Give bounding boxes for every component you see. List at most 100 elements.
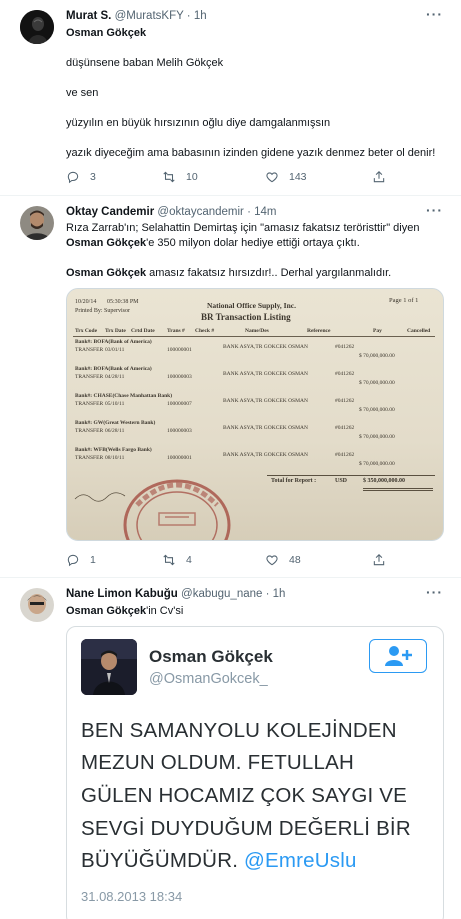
doc-row: Bank#: CHASE(Chase Manhattan Bank) TRANSF… — [73, 393, 435, 420]
retweet-button[interactable]: 10 — [162, 170, 198, 184]
embedded-avatar — [81, 639, 137, 695]
doc-bank: Bank#: GW(Great Western Bank) — [75, 420, 156, 426]
doc-trans-no: 100000003 — [167, 428, 192, 434]
doc-col: Check # — [195, 328, 215, 334]
tweet-text-fragment: amasız fakatsız hırsızdır!.. Derhal yarg… — [146, 267, 392, 279]
tweet-text-fragment: 'in Cv'si — [146, 605, 184, 617]
timestamp[interactable]: 1h — [273, 588, 286, 600]
doc-total-row: Total for Report : USD $ 350,000,000.00 — [267, 475, 435, 487]
reply-button[interactable]: 1 — [66, 553, 96, 567]
avatar-photo — [20, 206, 54, 240]
doc-col: Cancelled — [407, 328, 431, 334]
avatar[interactable] — [20, 588, 54, 622]
doc-row: Bank#: BOFA(Bank of America) TRANSFER 03/0… — [73, 339, 435, 366]
avatar[interactable] — [20, 10, 54, 44]
doc-rows: Bank#: BOFA(Bank of America) TRANSFER 03/0… — [73, 339, 435, 474]
tweet-text-line: Osman Gökçek amasız fakatsız hırsızdır!.… — [66, 266, 391, 281]
like-count: 143 — [289, 171, 307, 183]
tweet-actions: 1 4 48 — [66, 553, 396, 569]
doc-title: BR Transaction Listing — [201, 312, 291, 322]
doc-col: Trx Date — [105, 328, 126, 334]
handle[interactable]: @MuratsKFY — [115, 10, 184, 22]
tweet-media-screenshot[interactable]: Osman Gökçek @OsmanGokcek_ BEN SAMANYOLU… — [66, 626, 444, 919]
reply-target[interactable]: Osman Gökçek — [66, 26, 146, 41]
tweet-media-document[interactable]: 10/20/14 05:30:38 PM Printed By: Supervi… — [66, 288, 444, 541]
embedded-mention: @EmreUslu — [244, 849, 357, 872]
more-options-icon[interactable]: ··· — [426, 202, 443, 218]
separator-dot: · — [265, 588, 270, 600]
doc-trx-date: 05/10/11 — [105, 401, 125, 407]
doc-trx-date: 03/01/11 — [105, 347, 125, 353]
timestamp[interactable]: 1h — [194, 10, 207, 22]
share-icon — [373, 554, 385, 566]
doc-total-label: Total for Report : — [271, 478, 317, 484]
reply-icon — [67, 554, 79, 567]
like-count: 48 — [289, 554, 301, 566]
heart-icon — [266, 172, 278, 183]
separator-dot: · — [247, 206, 251, 218]
doc-trx-date: 08/10/11 — [105, 455, 125, 461]
retweet-button[interactable]: 4 — [162, 553, 192, 567]
embedded-display-name: Osman Gökçek — [149, 647, 273, 666]
doc-ref: #041262 — [335, 425, 355, 431]
separator-dot: · — [186, 10, 191, 22]
doc-printed-by: Printed By: Supervisor — [75, 308, 130, 314]
mention-bold: Osman Gökçek — [66, 237, 147, 249]
more-options-icon[interactable]: ··· — [426, 584, 443, 600]
tweet-actions: 3 10 143 — [66, 170, 396, 186]
share-button[interactable] — [372, 170, 396, 184]
heart-icon — [266, 555, 278, 566]
more-options-icon[interactable]: ··· — [426, 6, 443, 22]
retweet-count: 4 — [186, 554, 192, 566]
doc-ref: #041262 — [335, 452, 355, 458]
like-button[interactable]: 48 — [265, 553, 301, 567]
display-name[interactable]: Murat S. — [66, 10, 111, 22]
doc-trans-no: 100000001 — [167, 455, 192, 461]
doc-trx-code: TRANSFER — [75, 347, 104, 353]
embedded-avatar-photo — [81, 639, 137, 695]
doc-ref: #041262 — [335, 398, 355, 404]
add-user-icon — [385, 646, 412, 666]
doc-col: Reference — [307, 328, 331, 334]
doc-trx-code: TRANSFER — [75, 374, 104, 380]
avatar-photo — [20, 10, 54, 44]
handle[interactable]: @kabugu_nane — [181, 588, 262, 600]
doc-name: BANK ASYA,TR GOKCEK OSMAN — [223, 425, 308, 431]
reply-count: 3 — [90, 171, 96, 183]
avatar[interactable] — [20, 206, 54, 240]
timestamp[interactable]: 14m — [254, 206, 276, 218]
doc-time: 05:30:38 PM — [107, 299, 139, 305]
doc-amount: $ 70,000,000.00 — [359, 434, 395, 440]
doc-trans-no: 100000003 — [167, 374, 192, 380]
share-button[interactable] — [372, 553, 396, 567]
doc-col: Crtd Date — [131, 328, 155, 334]
doc-amount: $ 70,000,000.00 — [359, 461, 395, 467]
tweet-text-line: Rıza Zarrab'ın; Selahattin Demirtaş için… — [66, 222, 420, 234]
doc-bank: Bank#: BOFA(Bank of America) — [75, 339, 152, 345]
doc-total-underline — [363, 488, 433, 491]
embedded-text-fragment: BÜYÜĞÜMDÜR. — [81, 849, 239, 872]
tweet-header: Oktay Candemir @oktaycandemir · 14m — [66, 206, 277, 218]
tweet-text-line: Osman Gökçek'in Cv'si — [66, 604, 183, 619]
reply-count: 1 — [90, 554, 96, 566]
tweet-1[interactable]: Murat S. @MuratsKFY · 1h ··· Osman Gökçe… — [0, 0, 461, 195]
tweet-text-fragment: 'e 350 milyon dolar hediye ettiği ortaya… — [146, 237, 360, 249]
tweet-text-line: Osman Gökçek'e 350 milyon dolar hediye e… — [66, 236, 360, 251]
doc-bank: Bank#: BOFA(Bank of America) — [75, 366, 152, 372]
doc-ref: #041262 — [335, 371, 355, 377]
embedded-text-line: BEN SAMANYOLU KOLEJİNDEN — [81, 719, 397, 742]
like-button[interactable]: 143 — [265, 170, 307, 184]
signature-scribble — [74, 492, 126, 502]
display-name[interactable]: Oktay Candemir — [66, 206, 154, 218]
reply-button[interactable]: 3 — [66, 170, 96, 184]
doc-trx-code: TRANSFER — [75, 401, 104, 407]
doc-trx-date: 04/28/11 — [105, 374, 125, 380]
doc-trx-date: 06/28/11 — [105, 428, 125, 434]
doc-col: Trans # — [167, 328, 185, 334]
retweet-icon — [163, 554, 175, 566]
handle[interactable]: @oktaycandemir — [157, 206, 243, 218]
doc-col: Name/Des — [245, 328, 269, 334]
retweet-icon — [163, 171, 175, 183]
display-name[interactable]: Nane Limon Kabuğu — [66, 588, 178, 600]
doc-header-row: Trx Code Trx Date Crtd Date Trans # Chec… — [73, 327, 435, 337]
